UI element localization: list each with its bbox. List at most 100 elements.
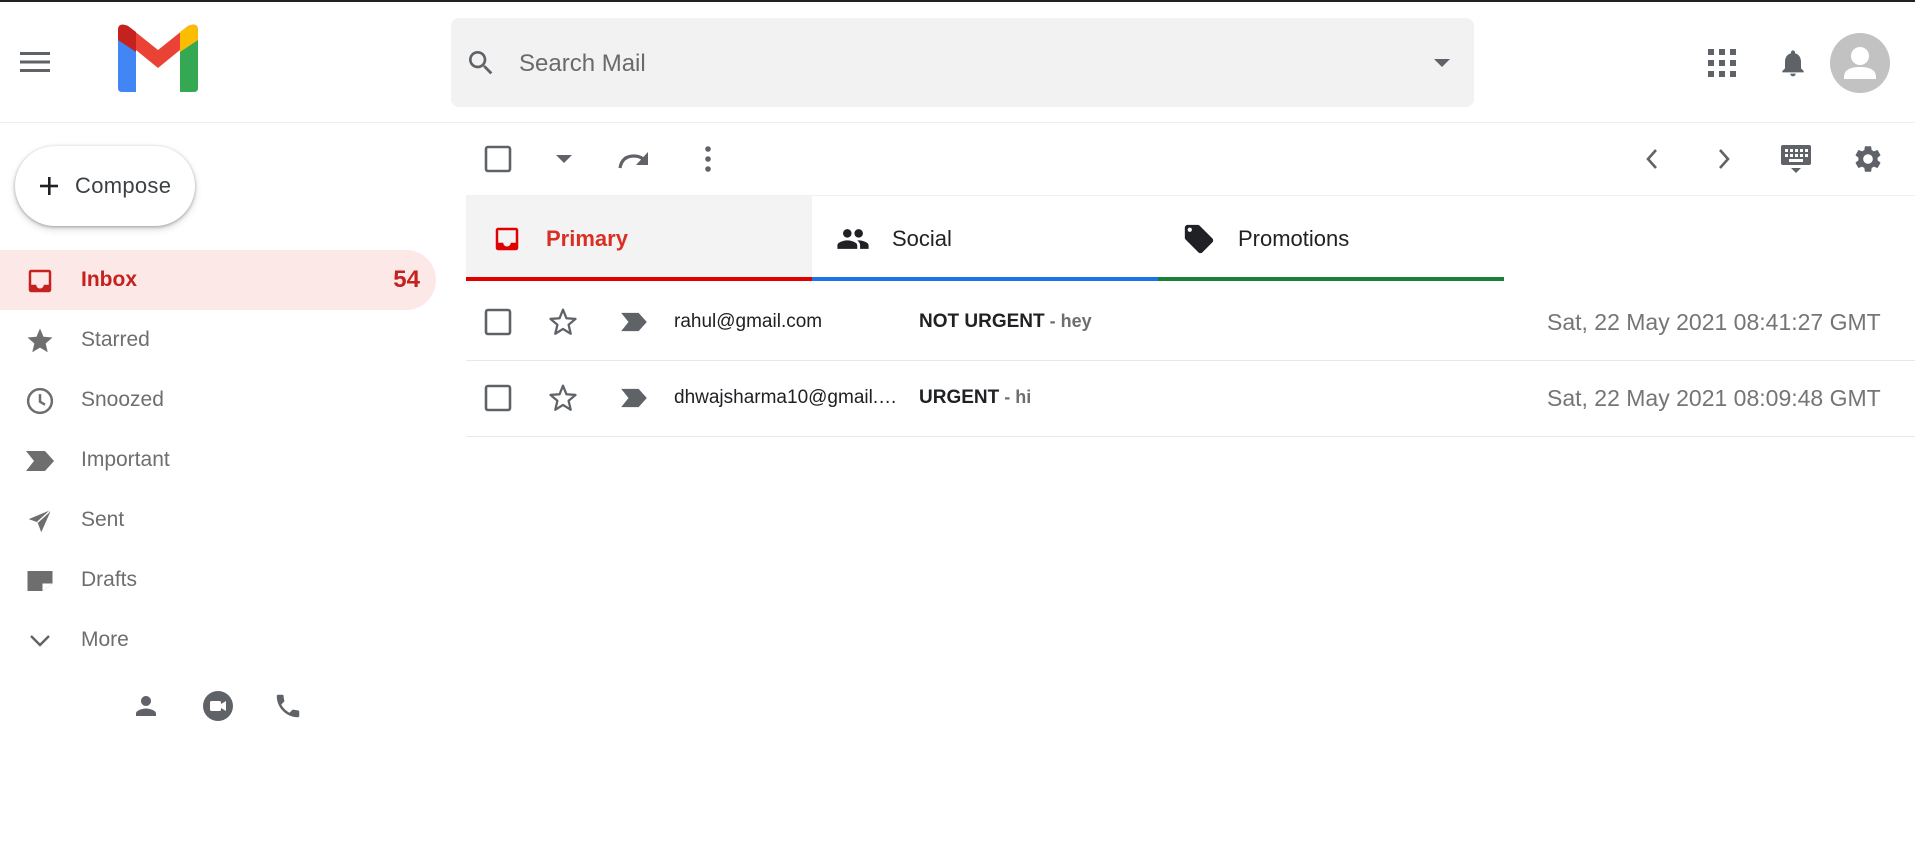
- mail-sender: dhwajsharma10@gmail.com: [674, 387, 906, 408]
- search-options-dropdown[interactable]: [1427, 50, 1457, 76]
- star-outline-icon: [549, 384, 577, 411]
- sidebar-item-more[interactable]: More: [0, 610, 436, 670]
- mail-row[interactable]: dhwajsharma10@gmail.com URGENT - hi Sat,…: [466, 361, 1915, 437]
- mail-snippet: - hi: [999, 387, 1032, 407]
- sidebar-item-important[interactable]: Important: [0, 430, 436, 490]
- star-outline-icon: [549, 308, 577, 335]
- select-all-checkbox[interactable]: [480, 141, 516, 177]
- tab-label: Primary: [546, 226, 628, 251]
- checkbox-icon: [484, 384, 512, 412]
- checkbox-icon: [484, 145, 512, 173]
- tab-promotions[interactable]: Promotions: [1158, 196, 1504, 281]
- sidebar-item-label: Drafts: [81, 568, 138, 591]
- tab-label: Promotions: [1238, 226, 1350, 251]
- main-menu-button[interactable]: [14, 46, 56, 78]
- tab-primary[interactable]: Primary: [466, 196, 812, 281]
- sidebar-item-label: Sent: [81, 508, 125, 531]
- sidebar-item-starred[interactable]: Starred: [0, 310, 436, 370]
- apps-button[interactable]: [1704, 45, 1740, 81]
- mail-sender: rahul@gmail.com: [674, 311, 823, 332]
- sidebar-item-inbox[interactable]: Inbox 54: [0, 250, 436, 310]
- search-icon[interactable]: [465, 47, 497, 79]
- older-page-button[interactable]: [1706, 141, 1742, 177]
- tab-underline: [812, 277, 1158, 281]
- search-bar: [451, 18, 1474, 107]
- gear-icon: [1855, 146, 1881, 172]
- app-header: [0, 2, 1915, 123]
- gmail-logo[interactable]: [112, 22, 204, 94]
- input-tools-button[interactable]: [1778, 141, 1814, 177]
- mail-snippet: - hey: [1044, 311, 1092, 331]
- label-important-icon: [621, 312, 647, 332]
- sidebar-item-label: Starred: [81, 328, 150, 351]
- tab-label: Social: [892, 226, 952, 251]
- compose-button[interactable]: Compose: [15, 146, 195, 226]
- apps-grid-icon: [1708, 49, 1736, 77]
- mail-list: rahul@gmail.com NOT URGENT - hey Sat, 22…: [466, 285, 1915, 437]
- mail-date: Sat, 22 May 2021 08:41:27 GMT: [1547, 309, 1881, 335]
- settings-button[interactable]: [1850, 141, 1886, 177]
- refresh-button[interactable]: [616, 141, 652, 177]
- mail-subject: URGENT - hi: [919, 387, 1031, 409]
- compose-label: Compose: [75, 173, 172, 198]
- person-avatar-icon: [1844, 47, 1876, 79]
- chevron-left-icon: [1646, 149, 1657, 169]
- sidebar-nav: Inbox 54 Starred Snoozed Important Sent …: [0, 250, 436, 670]
- people-icon: [836, 222, 870, 256]
- caret-down-icon: [556, 155, 572, 163]
- tab-underline: [466, 277, 812, 281]
- send-icon: [24, 505, 56, 537]
- bell-icon: [1782, 50, 1804, 77]
- category-tabs: Primary Social Promotions: [466, 196, 1915, 284]
- row-checkbox[interactable]: [482, 306, 514, 338]
- mail-subject-text: URGENT: [919, 387, 1000, 408]
- sidebar-item-snoozed[interactable]: Snoozed: [0, 370, 436, 430]
- inbox-icon: [24, 265, 56, 297]
- mail-date: Sat, 22 May 2021 08:09:48 GMT: [1547, 385, 1881, 411]
- tab-social[interactable]: Social: [812, 196, 1158, 281]
- star-toggle[interactable]: [546, 381, 580, 415]
- importance-marker[interactable]: [618, 307, 650, 337]
- mail-row[interactable]: rahul@gmail.com NOT URGENT - hey Sat, 22…: [466, 285, 1915, 361]
- importance-marker[interactable]: [618, 383, 650, 413]
- newer-page-button[interactable]: [1634, 141, 1670, 177]
- caret-down-icon: [1434, 59, 1450, 67]
- label-important-icon: [24, 445, 56, 477]
- sidebar-item-label: Snoozed: [81, 388, 164, 411]
- sidebar-item-drafts[interactable]: Drafts: [0, 550, 436, 610]
- sidebar-item-label: Inbox: [81, 268, 137, 291]
- draft-icon: [24, 565, 56, 597]
- search-input[interactable]: [517, 46, 1401, 82]
- sidebar-bottom-icons: [128, 688, 308, 726]
- chevron-right-icon: [1719, 149, 1730, 169]
- row-checkbox[interactable]: [482, 382, 514, 414]
- notifications-button[interactable]: [1775, 44, 1811, 82]
- sidebar-item-sent[interactable]: Sent: [0, 490, 436, 550]
- mail-subject: NOT URGENT - hey: [919, 311, 1092, 333]
- sidebar-item-label: More: [81, 628, 129, 651]
- more-options-button[interactable]: [690, 141, 726, 177]
- checkbox-icon: [484, 308, 512, 336]
- sidebar-item-label: Important: [81, 448, 170, 471]
- keyboard-icon: [1781, 145, 1811, 173]
- star-toggle[interactable]: [546, 305, 580, 339]
- clock-icon: [24, 385, 56, 417]
- menu-icon: [20, 52, 50, 72]
- inbox-icon: [490, 222, 524, 256]
- more-vert-icon: [705, 146, 711, 172]
- tab-underline: [1158, 277, 1504, 281]
- chevron-down-icon: [24, 625, 56, 657]
- select-options-dropdown[interactable]: [546, 141, 582, 177]
- redo-arrow-icon: [618, 152, 648, 169]
- tag-icon: [1182, 222, 1216, 256]
- label-important-icon: [621, 388, 647, 408]
- person-icon[interactable]: [128, 688, 164, 724]
- star-icon: [24, 325, 56, 357]
- phone-icon[interactable]: [270, 688, 306, 724]
- plus-icon: [37, 174, 61, 198]
- mail-toolbar: [466, 123, 1915, 196]
- video-call-icon[interactable]: [200, 688, 236, 724]
- gmail-logo-icon: [118, 24, 198, 92]
- account-avatar[interactable]: [1830, 33, 1890, 93]
- mail-subject-text: NOT URGENT: [919, 311, 1045, 332]
